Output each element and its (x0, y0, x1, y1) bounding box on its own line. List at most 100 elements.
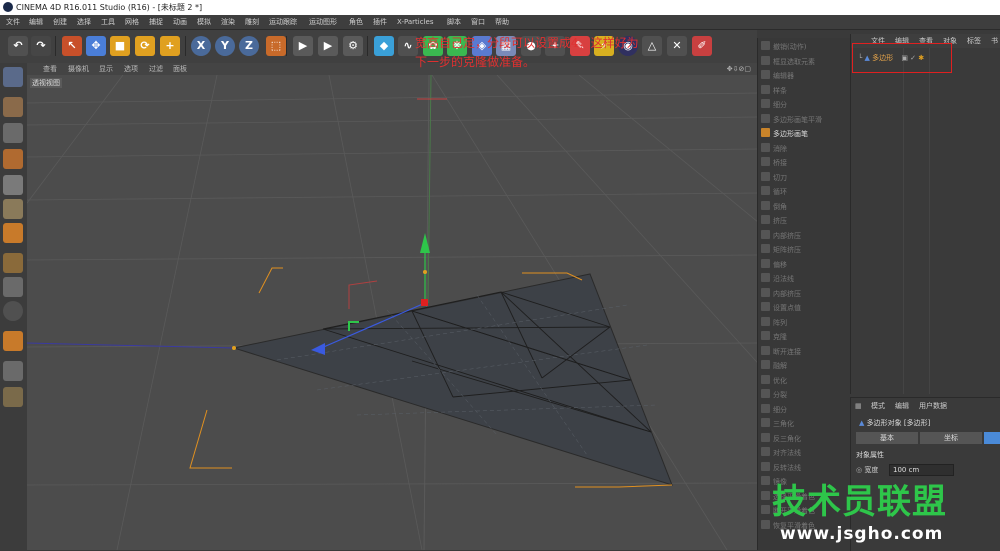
render-view-icon[interactable]: ▶ (293, 36, 313, 56)
polygons-mode-icon[interactable] (3, 223, 23, 243)
points-mode-icon[interactable] (3, 175, 23, 195)
polygon-tool-item[interactable]: 矩阵挤压 (761, 243, 847, 257)
render-settings-icon[interactable]: ⚙ (343, 36, 363, 56)
make-editable-icon[interactable] (3, 67, 23, 87)
menu-item[interactable]: 捕捉 (149, 15, 163, 29)
menu-item[interactable]: 模拟 (197, 15, 211, 29)
polygon-tool-item[interactable]: 撤销(动作) (761, 40, 847, 54)
menu-item[interactable]: 雕刻 (245, 15, 259, 29)
polygon-tool-item[interactable]: 断开连接 (761, 345, 847, 359)
menu-item[interactable]: 脚本 (447, 15, 461, 29)
tab-basic[interactable]: 基本 (856, 432, 918, 444)
menu-item[interactable]: 插件 (373, 15, 387, 29)
visibility-dots-icon[interactable]: ▣ ✓ (901, 54, 916, 62)
gizmo-center-handle[interactable] (421, 299, 428, 306)
attr-menu-edit[interactable]: 编辑 (895, 400, 909, 412)
polygon-tool-item[interactable]: 沿法线 (761, 272, 847, 286)
object-row[interactable]: └ ▲ 多边形 ▣ ✓ ✱ (858, 53, 924, 64)
cube-icon[interactable]: ◆ (374, 36, 394, 56)
menu-item[interactable]: 选择 (77, 15, 91, 29)
polygon-tool-item[interactable]: 样条 (761, 84, 847, 98)
menu-item[interactable]: 工具 (101, 15, 115, 29)
triangle-polygon-object[interactable] (232, 273, 673, 486)
workplane-mode-icon[interactable] (3, 149, 23, 169)
polygon-tool-item[interactable]: 反转法线 (761, 461, 847, 475)
polygon-tool-item[interactable]: 内部挤压 (761, 229, 847, 243)
menu-item[interactable]: 编辑 (29, 15, 43, 29)
y-axis-icon[interactable]: Y (215, 36, 235, 56)
axis-mode-icon[interactable] (3, 253, 23, 273)
viewport-menu-item[interactable]: 显示 (99, 63, 113, 75)
polygon-tool-item[interactable]: 多边形画笔平滑 (761, 113, 847, 127)
gizmo-plane-xy[interactable] (348, 280, 378, 309)
object-menu-item[interactable]: 书 (991, 34, 998, 48)
menu-item[interactable]: 渲染 (221, 15, 235, 29)
polygon-tool-item[interactable]: 融解 (761, 359, 847, 373)
viewport-menu-item[interactable]: 过滤 (149, 63, 163, 75)
polygon-tool-item[interactable]: 细分 (761, 98, 847, 112)
menu-item[interactable]: 角色 (349, 15, 363, 29)
polygon-tool-item[interactable]: 克隆 (761, 330, 847, 344)
polygon-tool-item[interactable]: 倒角 (761, 200, 847, 214)
polygon-tool-item[interactable]: 阵列 (761, 316, 847, 330)
tab-object[interactable] (984, 432, 1000, 444)
polygon-tool-item[interactable]: 内部挤压 (761, 287, 847, 301)
object-menu-item[interactable]: 标签 (967, 34, 981, 48)
vertex-handle[interactable] (232, 346, 236, 350)
polygon-tool-item[interactable]: 消除 (761, 142, 847, 156)
tweak-mode-icon[interactable] (3, 277, 23, 297)
menu-item[interactable]: 窗口 (471, 15, 485, 29)
polygon-tool-item[interactable]: 对齐法线 (761, 446, 847, 460)
magnet-icon[interactable] (3, 331, 23, 351)
redo-icon[interactable]: ↷ (31, 36, 51, 56)
texture-mode-icon[interactable] (3, 123, 23, 143)
keyframe-radio-icon[interactable]: ◎ (856, 466, 862, 474)
perspective-viewport[interactable]: 透视视图 (27, 75, 757, 550)
viewport-menu-item[interactable]: 查看 (43, 63, 57, 75)
menu-item[interactable]: X-Particles (397, 15, 433, 29)
rotate-icon[interactable]: ⟳ (135, 36, 155, 56)
menu-item[interactable]: 文件 (6, 15, 20, 29)
scale-icon[interactable]: ■ (110, 36, 130, 56)
viewport-menu-item[interactable]: 选项 (124, 63, 138, 75)
viewport-menu-item[interactable]: 面板 (173, 63, 187, 75)
coord-system-icon[interactable]: ⬚ (266, 36, 286, 56)
polygon-tool-item[interactable]: 循环 (761, 185, 847, 199)
polygon-tool-item[interactable]: 编辑器 (761, 69, 847, 83)
polygon-tool-item[interactable]: 框显选取元素 (761, 55, 847, 69)
polygon-tool-item[interactable]: 切刀 (761, 171, 847, 185)
object-name[interactable]: 多边形 (872, 54, 893, 62)
tab-coord[interactable]: 坐标 (920, 432, 982, 444)
model-mode-icon[interactable] (3, 97, 23, 117)
menu-item[interactable]: 网格 (125, 15, 139, 29)
polygon-tool-item[interactable]: 优化 (761, 374, 847, 388)
menu-item[interactable]: 运动跟踪 (269, 15, 297, 29)
edges-mode-icon[interactable] (3, 199, 23, 219)
polygon-tool-item[interactable]: 反三角化 (761, 432, 847, 446)
attr-menu-mode[interactable]: 模式 (871, 400, 885, 412)
select-arrow-icon[interactable]: ↖ (62, 36, 82, 56)
polygon-tool-item[interactable]: 三角化 (761, 417, 847, 431)
z-axis-icon[interactable]: Z (239, 36, 259, 56)
polygon-tool-item[interactable]: 偏移 (761, 258, 847, 272)
polygon-tool-item[interactable]: 分裂 (761, 388, 847, 402)
width-input[interactable]: 100 cm (889, 464, 954, 476)
menu-item[interactable]: 帮助 (495, 15, 509, 29)
undo-icon[interactable]: ↶ (8, 36, 28, 56)
menu-item[interactable]: 创建 (53, 15, 67, 29)
snap-icon[interactable] (3, 301, 23, 321)
polygon-tool-item[interactable]: 细分 (761, 403, 847, 417)
add-icon[interactable]: + (160, 36, 180, 56)
locked-workplane-icon[interactable] (3, 361, 23, 381)
render-to-picture-viewer-icon[interactable]: ▶ (318, 36, 338, 56)
viewport-menu-item[interactable]: 摄像机 (68, 63, 89, 75)
attr-menu-userdata[interactable]: 用户数据 (919, 400, 947, 412)
menu-item[interactable]: 运动图形 (309, 15, 337, 29)
x-axis-icon[interactable]: X (191, 36, 211, 56)
polygon-tool-item[interactable]: 多边形画笔 (761, 127, 847, 141)
move-icon[interactable]: ✥ (86, 36, 106, 56)
menu-item[interactable]: 动画 (173, 15, 187, 29)
polygon-tool-item[interactable]: 挤压 (761, 214, 847, 228)
planar-workplane-icon[interactable] (3, 387, 23, 407)
object-tag-icon[interactable]: ✱ (918, 54, 924, 62)
